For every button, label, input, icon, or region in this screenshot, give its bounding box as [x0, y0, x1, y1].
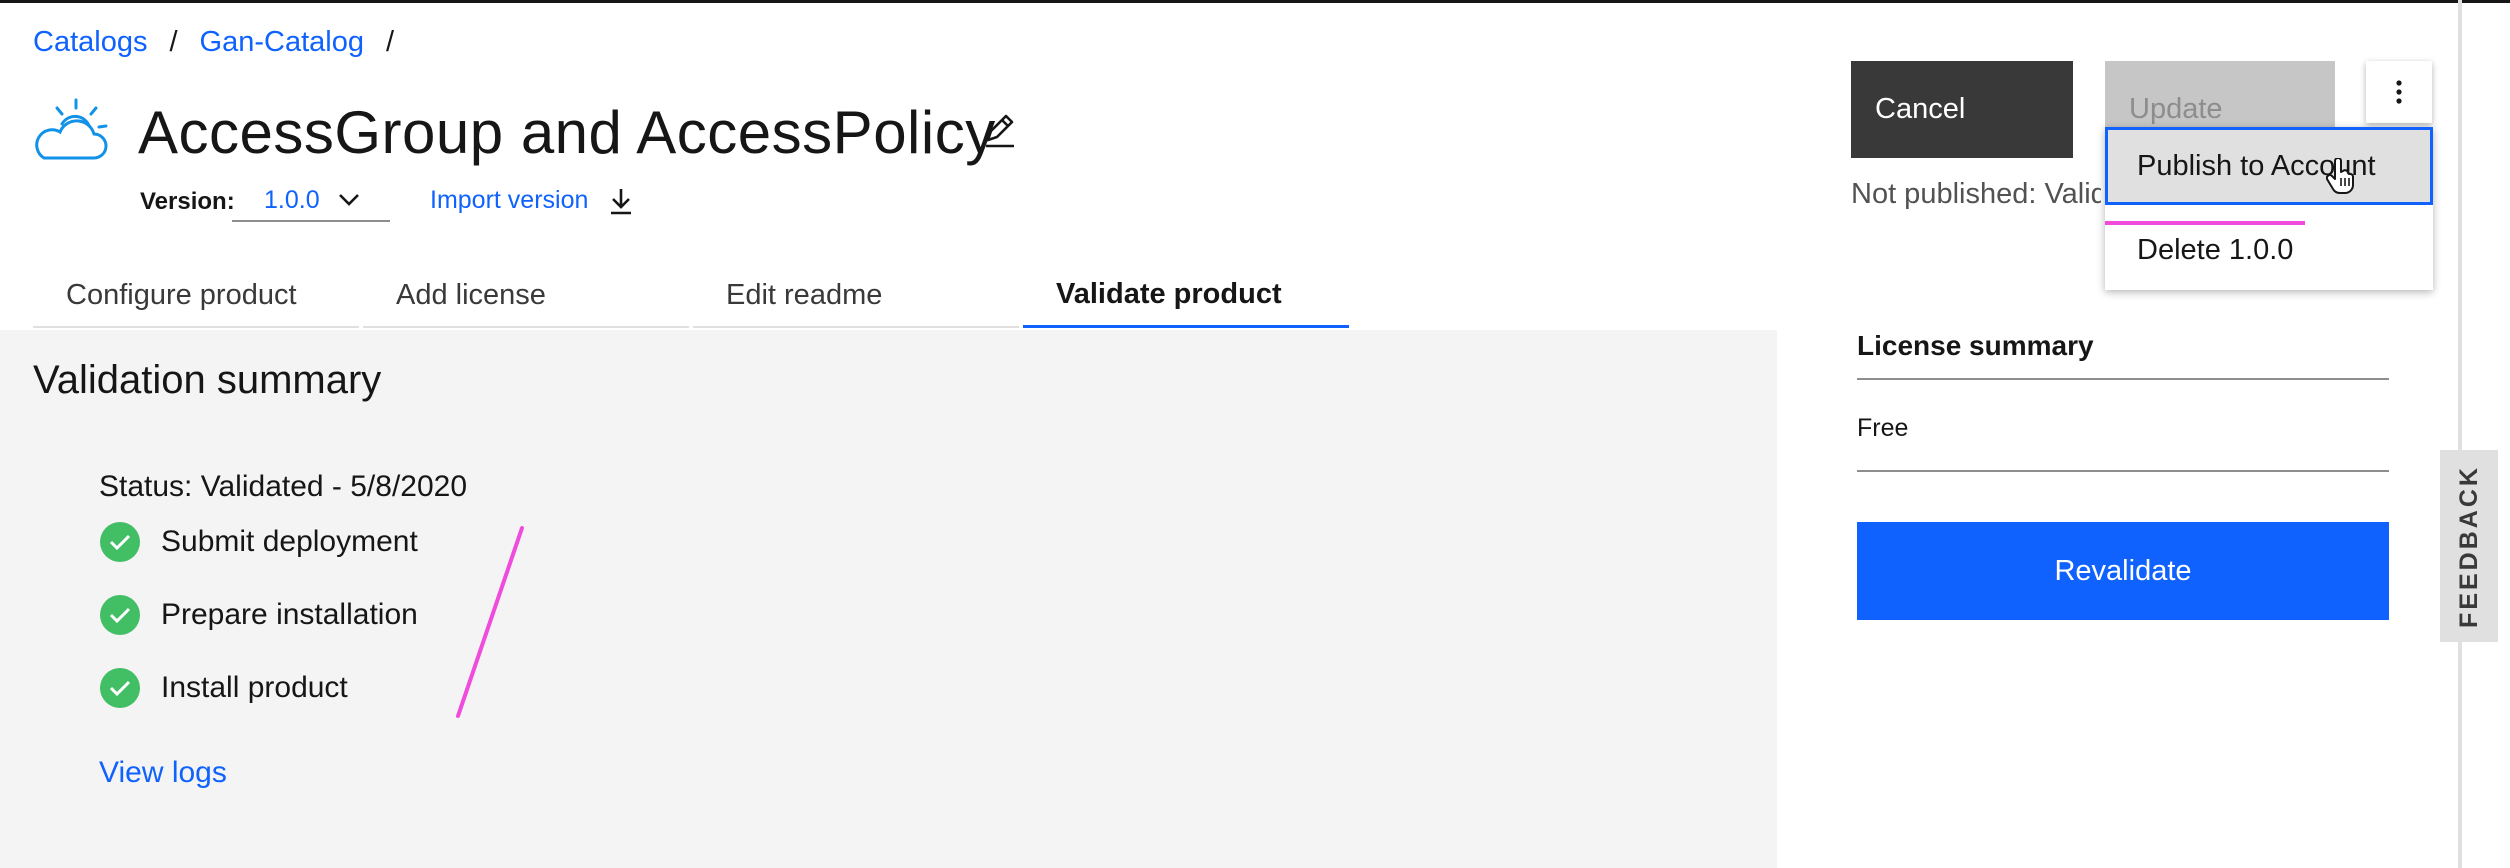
chevron-down-icon — [338, 194, 359, 206]
tab-list: Configure product Add license Edit readm… — [33, 264, 1353, 330]
overflow-menu: Publish to Account Delete 1.0.0 — [2105, 127, 2433, 290]
feedback-tab[interactable]: FEEDBACK — [2440, 450, 2498, 642]
menu-item-delete-version[interactable]: Delete 1.0.0 — [2105, 211, 2433, 290]
validation-step: Submit deployment — [99, 521, 418, 563]
page-title: AccessGroup and AccessPolicy — [138, 99, 996, 166]
license-value: Free — [1857, 414, 1909, 442]
validation-step: Install product — [99, 667, 348, 709]
step-label: Submit deployment — [161, 525, 418, 558]
cloud-icon — [35, 98, 108, 160]
tab-add-license[interactable]: Add license — [363, 264, 689, 328]
breadcrumb-separator: / — [385, 26, 395, 58]
tab-configure-product[interactable]: Configure product — [33, 264, 359, 328]
step-label: Install product — [161, 671, 348, 704]
view-logs-link[interactable]: View logs — [99, 756, 227, 790]
cancel-button[interactable]: Cancel — [1851, 61, 2073, 158]
version-label: Version: — [140, 188, 235, 215]
checkmark-filled-icon — [100, 595, 140, 635]
overflow-menu-vertical-icon — [2396, 80, 2402, 104]
tab-edit-readme[interactable]: Edit readme — [693, 264, 1019, 328]
divider — [1857, 470, 2389, 472]
validation-status: Status: Validated - 5/8/2020 — [99, 470, 468, 503]
import-version-label: Import version — [430, 186, 589, 214]
breadcrumb-separator: / — [169, 26, 178, 58]
breadcrumb: Catalogs / Gan-Catalog / — [33, 26, 416, 59]
tab-validate-product[interactable]: Validate product — [1023, 264, 1349, 328]
step-label: Prepare installation — [161, 598, 418, 631]
menu-item-publish-to-account[interactable]: Publish to Account — [2105, 127, 2433, 205]
download-icon — [611, 188, 632, 214]
checkmark-filled-icon — [100, 522, 140, 562]
version-value: 1.0.0 — [264, 185, 320, 214]
license-summary-title: License summary — [1857, 330, 2094, 361]
breadcrumb-catalogs[interactable]: Catalogs — [33, 26, 147, 59]
divider — [1857, 378, 2389, 380]
feedback-label: FEEDBACK — [2454, 464, 2483, 628]
top-border — [0, 0, 2510, 3]
breadcrumb-gan-catalog[interactable]: Gan-Catalog — [200, 26, 364, 59]
validation-step: Prepare installation — [99, 594, 418, 636]
publish-status: Not published: Valid — [1851, 178, 2101, 210]
version-dropdown[interactable]: 1.0.0 — [232, 180, 390, 222]
import-version-link[interactable]: Import version — [430, 186, 634, 215]
checkmark-filled-icon — [100, 668, 140, 708]
validation-summary-title: Validation summary — [33, 358, 382, 402]
revalidate-button[interactable]: Revalidate — [1857, 522, 2389, 620]
pencil-edit-icon[interactable] — [980, 110, 1020, 150]
overflow-menu-button[interactable] — [2366, 61, 2432, 123]
scrollbar[interactable] — [2458, 0, 2462, 868]
